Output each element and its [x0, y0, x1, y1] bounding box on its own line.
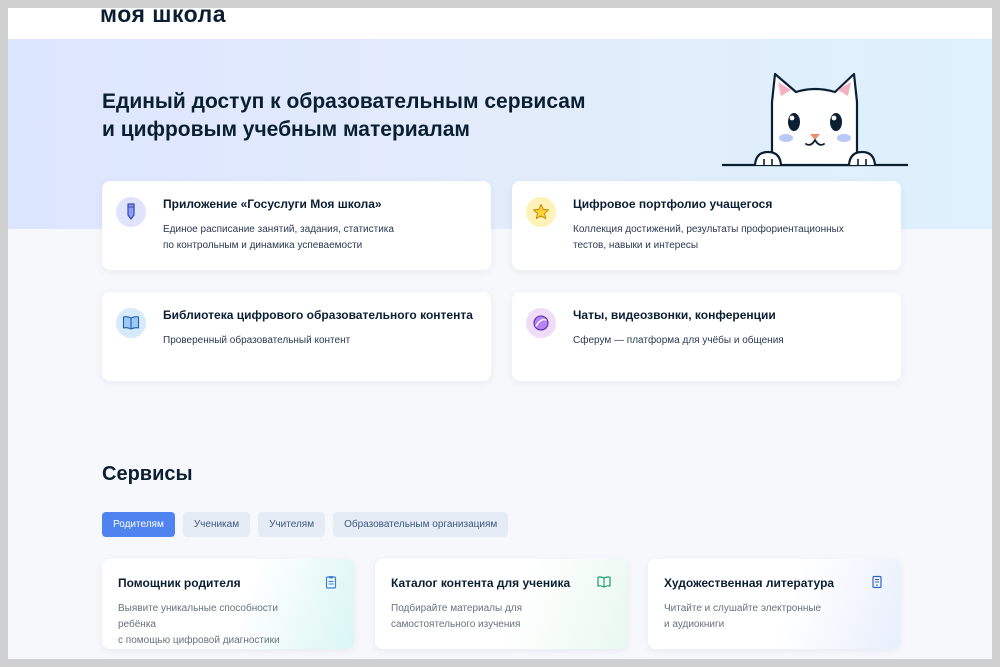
- feature-card-digital-portfolio[interactable]: Цифровое портфолио учащегося Коллекция д…: [512, 181, 901, 270]
- hero-title: Единый доступ к образовательным сервисам…: [102, 88, 622, 144]
- hero-title-line-1: Единый доступ к образовательным сервисам: [102, 90, 586, 113]
- service-description-line-2: и аудиокниги: [664, 619, 725, 630]
- cat-mascot-illustration: [722, 72, 908, 167]
- feature-title: Библиотека цифрового образовательного ко…: [163, 308, 473, 322]
- tab-parents[interactable]: Родителям: [102, 512, 175, 537]
- feature-description-line-1: Коллекция достижений, результаты профори…: [573, 224, 844, 235]
- service-description-line-1: Выявите уникальные способности ребёнка: [118, 603, 278, 630]
- feature-title: Приложение «Госуслуги Моя школа»: [163, 197, 382, 211]
- feature-description-line-2: по контрольным и динамика успеваемости: [163, 240, 363, 251]
- service-description: Выявите уникальные способности ребёнка с…: [118, 601, 318, 649]
- service-card-fiction[interactable]: Художественная литература Читайте и слуш…: [648, 559, 900, 649]
- services-section-title: Сервисы: [102, 463, 193, 485]
- feature-card-digital-library[interactable]: Библиотека цифрового образовательного ко…: [102, 292, 491, 381]
- service-title: Помощник родителя: [118, 576, 241, 590]
- feature-description-line-1: Проверенный образовательный контент: [163, 335, 351, 346]
- feature-card-gosuslugi-app[interactable]: Приложение «Госуслуги Моя школа» Единое …: [102, 181, 491, 270]
- service-description-line-1: Подбирайте материалы для: [391, 603, 523, 614]
- service-description-line-1: Читайте и слушайте электронные: [664, 603, 822, 614]
- chat-sphere-icon: [526, 308, 556, 338]
- feature-description: Сферум — платформа для учёбы и общения: [573, 333, 883, 349]
- site-header: моя школа: [8, 8, 992, 39]
- service-title: Художественная литература: [664, 576, 835, 590]
- feature-description: Проверенный образовательный контент: [163, 333, 473, 349]
- feature-card-sferum-chats[interactable]: Чаты, видеозвонки, конференции Сферум — …: [512, 292, 901, 381]
- logo[interactable]: моя школа: [100, 8, 226, 28]
- feature-description-line-1: Единое расписание занятий, задания, стат…: [163, 224, 394, 235]
- open-book-icon: [597, 576, 611, 588]
- feature-title: Чаты, видеозвонки, конференции: [573, 308, 776, 322]
- tab-teachers[interactable]: Учителям: [258, 512, 326, 537]
- feature-description-line-2: тестов, навыки и интересы: [573, 240, 699, 251]
- page-frame: моя школа Единый доступ к образовательны…: [8, 8, 992, 659]
- service-description: Читайте и слушайте электронные и аудиокн…: [664, 601, 864, 633]
- pencil-icon: [116, 197, 146, 227]
- service-card-student-catalog[interactable]: Каталог контента для ученика Подбирайте …: [375, 559, 627, 649]
- tab-educational-organizations[interactable]: Образовательным организациям: [333, 512, 509, 537]
- service-card-parent-assistant[interactable]: Помощник родителя Выявите уникальные спо…: [102, 559, 354, 649]
- hero-title-line-2: и цифровым учебным материалам: [102, 118, 470, 141]
- tab-students[interactable]: Ученикам: [182, 512, 251, 537]
- feature-description: Единое расписание занятий, задания, стат…: [163, 222, 473, 254]
- service-title: Каталог контента для ученика: [391, 576, 571, 590]
- feature-description-line-1: Сферум — платформа для учёбы и общения: [573, 335, 784, 346]
- star-icon: [526, 197, 556, 227]
- feature-title: Цифровое портфолио учащегося: [573, 197, 773, 211]
- service-description: Подбирайте материалы для самостоятельног…: [391, 601, 591, 633]
- services-tabs: Родителям Ученикам Учителям Образователь…: [102, 512, 509, 537]
- ebook-icon: [872, 575, 882, 589]
- feature-description: Коллекция достижений, результаты профори…: [573, 222, 883, 254]
- service-description-line-2: с помощью цифровой диагностики: [118, 635, 280, 646]
- clipboard-icon: [325, 576, 337, 589]
- book-icon: [116, 308, 146, 338]
- service-description-line-2: самостоятельного изучения: [391, 619, 521, 630]
